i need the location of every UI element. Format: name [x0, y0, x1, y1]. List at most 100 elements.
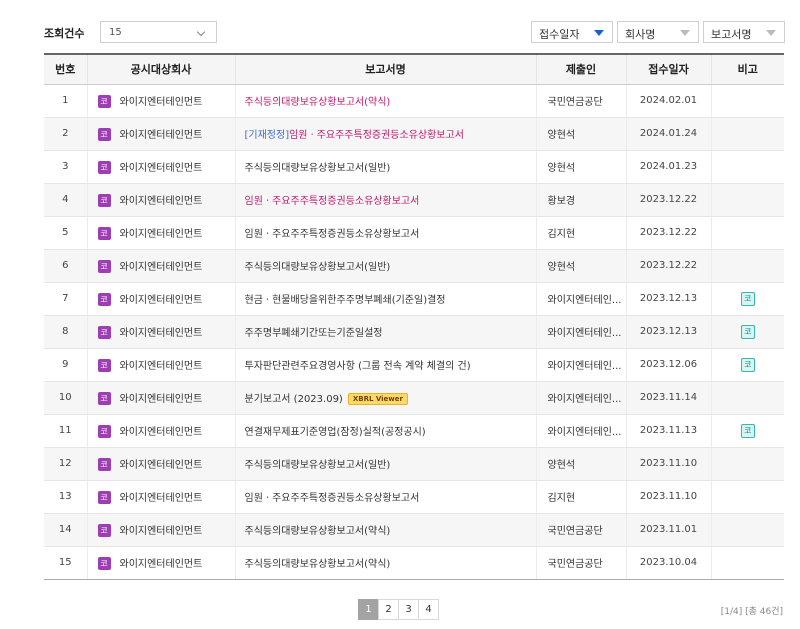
kosdaq-remark-icon[interactable]: 코	[740, 423, 755, 438]
row-number: 11	[44, 414, 87, 448]
remark-cell	[710, 480, 784, 514]
submitter-cell: 와이지엔터테인...	[535, 282, 626, 316]
sort-arrow-icon	[766, 30, 776, 36]
company-cell: 코 와이지엔터테인먼트	[86, 282, 235, 316]
pagination: 1234	[358, 599, 439, 620]
result-count-label: 조회건수	[44, 27, 85, 40]
page-1-button[interactable]: 1	[358, 599, 379, 620]
company-cell: 코 와이지엔터테인먼트	[86, 117, 235, 151]
receipt-date-cell: 2023.12.13	[625, 315, 711, 349]
table-row: 6 코 와이지엔터테인먼트 주식등의대량보유상황보고서(일반) 양현석 2023.12.2…	[44, 249, 784, 283]
submitter-cell: 와이지엔터테인...	[535, 348, 626, 382]
company-link[interactable]: 와이지엔터테인먼트	[120, 229, 203, 240]
remark-cell	[710, 150, 784, 184]
page-3-button[interactable]: 3	[398, 599, 419, 620]
receipt-date-cell: 2023.11.13	[625, 414, 711, 448]
remark-cell: 코	[710, 282, 784, 316]
company-link[interactable]: 와이지엔터테인먼트	[120, 361, 203, 372]
remark-cell	[710, 381, 784, 415]
xbrl-viewer-button[interactable]: XBRL Viewer	[347, 393, 408, 405]
kosdaq-remark-icon[interactable]: 코	[740, 291, 755, 306]
report-link[interactable]: 주식등의대량보유상황보고서(일반)	[245, 262, 391, 273]
company-link[interactable]: 와이지엔터테인먼트	[120, 196, 203, 207]
submitter-cell: 양현석	[535, 150, 626, 184]
kosdaq-market-icon: 코	[97, 524, 111, 538]
company-cell: 코 와이지엔터테인먼트	[86, 315, 235, 349]
company-link[interactable]: 와이지엔터테인먼트	[120, 130, 203, 141]
company-cell: 코 와이지엔터테인먼트	[86, 150, 235, 184]
table-row: 9 코 와이지엔터테인먼트 투자판단관련주요경영사항 (그룹 전속 계약 체결의 건)…	[44, 348, 784, 382]
company-link[interactable]: 와이지엔터테인먼트	[120, 559, 203, 570]
row-number: 3	[44, 150, 87, 184]
submitter-cell: 양현석	[535, 249, 626, 283]
report-cell: [기재정정]임원ㆍ주요주주특정증권등소유상황보고서	[234, 117, 536, 151]
header-date: 접수일자	[625, 53, 711, 85]
company-link[interactable]: 와이지엔터테인먼트	[120, 427, 203, 438]
row-number: 13	[44, 480, 87, 514]
report-link[interactable]: 주식등의대량보유상황보고서(약식)	[245, 559, 391, 570]
report-link[interactable]: 분기보고서 (2023.09)	[245, 394, 343, 405]
table-header-row: 번호 공시대상회사 보고서명 제출인 접수일자 비고	[44, 53, 784, 85]
kosdaq-market-icon: 코	[97, 95, 111, 109]
table-row: 4 코 와이지엔터테인먼트 임원ㆍ주요주주특정증권등소유상황보고서 황보경 2023.12…	[44, 183, 784, 217]
remark-cell	[710, 216, 784, 250]
toolbar: 조회건수 15 접수일자 회사명 보고서명	[44, 21, 785, 45]
company-link[interactable]: 와이지엔터테인먼트	[120, 526, 203, 537]
company-link[interactable]: 와이지엔터테인먼트	[120, 328, 203, 339]
sort-by-date-button[interactable]: 접수일자	[531, 21, 613, 43]
report-link[interactable]: 현금ㆍ현물배당을위한주주명부폐쇄(기준일)결정	[245, 295, 446, 306]
report-link[interactable]: 임원ㆍ주요주주특정증권등소유상황보고서	[245, 493, 420, 504]
correction-prefix: [기재정정]	[244, 130, 290, 141]
row-number: 6	[44, 249, 87, 283]
company-link[interactable]: 와이지엔터테인먼트	[120, 295, 203, 306]
remark-cell	[710, 117, 784, 151]
table-row: 15 코 와이지엔터테인먼트 주식등의대량보유상황보고서(약식) 국민연금공단 2023.…	[44, 546, 784, 580]
company-link[interactable]: 와이지엔터테인먼트	[120, 97, 203, 108]
result-count-select[interactable]: 15	[100, 21, 217, 43]
kosdaq-market-icon: 코	[97, 128, 111, 142]
report-link[interactable]: 주식등의대량보유상황보고서(일반)	[245, 163, 391, 174]
sort-by-company-button[interactable]: 회사명	[617, 21, 699, 43]
submitter-cell: 와이지엔터테인...	[535, 414, 626, 448]
report-link[interactable]: 주주명부폐쇄기간또는기준일설정	[245, 328, 383, 339]
company-link[interactable]: 와이지엔터테인먼트	[120, 460, 203, 471]
report-cell: 분기보고서 (2023.09) XBRL Viewer	[234, 381, 536, 415]
receipt-date-cell: 2023.12.22	[625, 183, 711, 217]
row-number: 1	[44, 84, 87, 118]
report-link[interactable]: 투자판단관련주요경영사항 (그룹 전속 계약 체결의 건)	[245, 361, 471, 372]
sort-arrow-icon	[594, 30, 604, 36]
company-link[interactable]: 와이지엔터테인먼트	[120, 262, 203, 273]
table-row: 13 코 와이지엔터테인먼트 임원ㆍ주요주주특정증권등소유상황보고서 김지현 2023.1…	[44, 480, 784, 514]
remark-cell: 코	[710, 414, 784, 448]
report-link[interactable]: 주식등의대량보유상황보고서(약식)	[245, 526, 391, 537]
company-cell: 코 와이지엔터테인먼트	[86, 84, 235, 118]
receipt-date-cell: 2023.11.10	[625, 447, 711, 481]
remark-cell	[710, 546, 784, 580]
table-row: 3 코 와이지엔터테인먼트 주식등의대량보유상황보고서(일반) 양현석 2024.01.2…	[44, 150, 784, 184]
remark-cell	[710, 183, 784, 217]
receipt-date-cell: 2023.11.10	[625, 480, 711, 514]
table-row: 14 코 와이지엔터테인먼트 주식등의대량보유상황보고서(약식) 국민연금공단 2023.…	[44, 513, 784, 547]
page-4-button[interactable]: 4	[418, 599, 439, 620]
chevron-down-icon	[196, 27, 206, 37]
kosdaq-remark-icon[interactable]: 코	[740, 357, 755, 372]
receipt-date-cell: 2024.02.01	[625, 84, 711, 118]
kosdaq-remark-icon[interactable]: 코	[740, 324, 755, 339]
sort-by-report-button[interactable]: 보고서명	[703, 21, 785, 43]
company-link[interactable]: 와이지엔터테인먼트	[120, 493, 203, 504]
report-link[interactable]: 임원ㆍ주요주주특정증권등소유상황보고서	[245, 196, 420, 207]
submitter-cell: 국민연금공단	[535, 84, 626, 118]
row-number: 5	[44, 216, 87, 250]
submitter-cell: 황보경	[535, 183, 626, 217]
report-cell: 주식등의대량보유상황보고서(일반)	[234, 447, 536, 481]
page-2-button[interactable]: 2	[378, 599, 399, 620]
kosdaq-market-icon: 코	[97, 194, 111, 208]
report-link[interactable]: 주식등의대량보유상황보고서(약식)	[245, 97, 391, 108]
report-link[interactable]: 연결재무제표기준영업(잠정)실적(공정공시)	[245, 427, 426, 438]
report-link[interactable]: 임원ㆍ주요주주특정증권등소유상황보고서	[289, 130, 464, 141]
company-link[interactable]: 와이지엔터테인먼트	[120, 394, 203, 405]
report-link[interactable]: 주식등의대량보유상황보고서(일반)	[245, 460, 391, 471]
report-link[interactable]: 임원ㆍ주요주주특정증권등소유상황보고서	[245, 229, 420, 240]
header-remark: 비고	[710, 53, 784, 85]
company-link[interactable]: 와이지엔터테인먼트	[120, 163, 203, 174]
